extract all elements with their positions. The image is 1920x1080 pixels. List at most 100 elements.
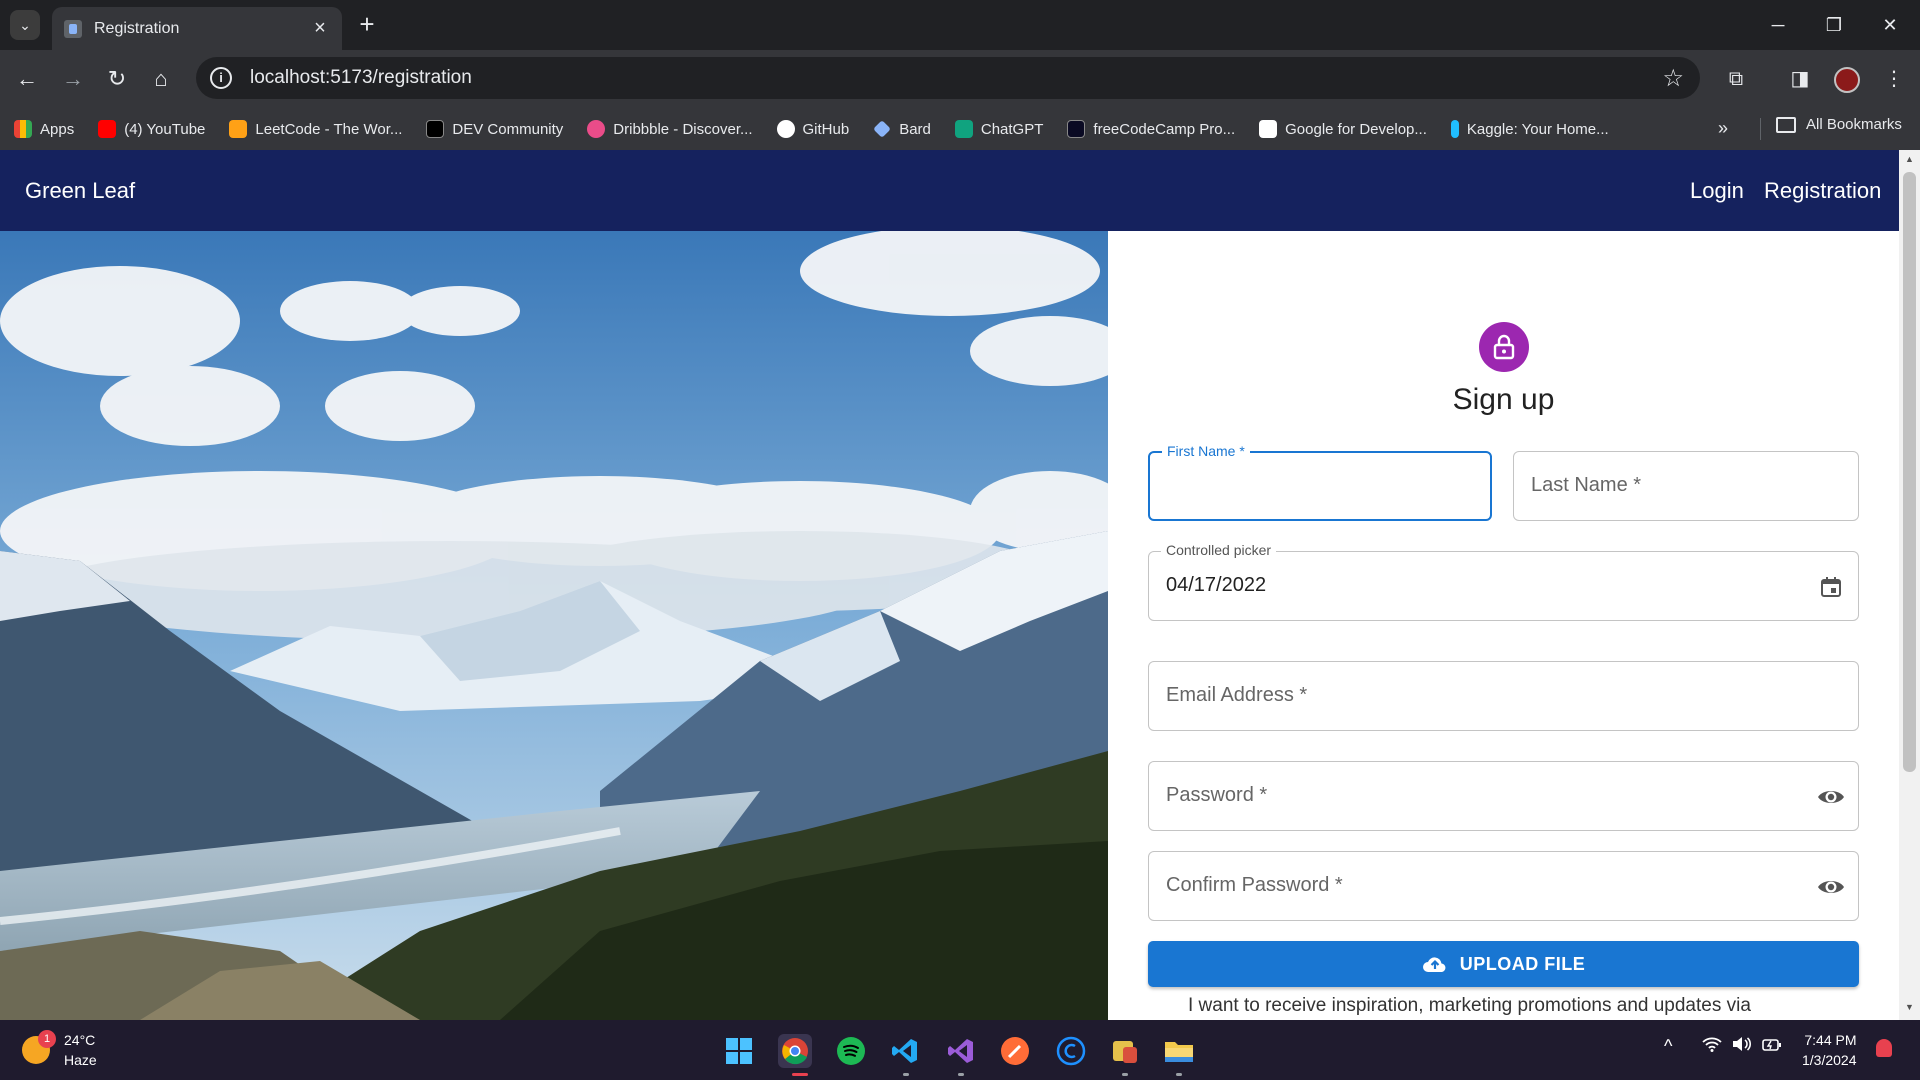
back-icon[interactable]: ← (10, 62, 44, 96)
menu-icon[interactable]: ⋮ (1878, 63, 1910, 95)
email-field[interactable]: Email Address * (1148, 661, 1859, 731)
bookmark-star-icon[interactable]: ☆ (1662, 64, 1684, 93)
bookmark-google-developers[interactable]: Google for Develop... (1259, 120, 1427, 138)
bookmark-kaggle[interactable]: Kaggle: Your Home... (1450, 120, 1609, 138)
mountain-landscape-illustration (0, 231, 1108, 1020)
lock-icon (1479, 322, 1529, 372)
side-panel-icon[interactable]: ◨ (1784, 63, 1816, 95)
bookmark-apps[interactable]: Apps (14, 120, 74, 138)
bookmark-chatgpt[interactable]: ChatGPT (954, 120, 1043, 138)
visual-studio-icon[interactable] (944, 1034, 978, 1068)
browser-toolbar: ← → ↻ ⌂ i localhost:5173/registration ☆ … (0, 50, 1920, 108)
confirm-password-field[interactable]: Confirm Password * (1148, 851, 1859, 921)
bookmark-dev[interactable]: DEV Community (426, 120, 563, 138)
freecodecamp-icon (1067, 120, 1086, 138)
url-text[interactable]: localhost:5173/registration (250, 67, 1662, 89)
home-icon[interactable]: ⌂ (144, 62, 178, 96)
calendar-icon[interactable] (1816, 572, 1846, 602)
password-field[interactable]: Password * (1148, 761, 1859, 831)
first-name-field[interactable]: First Name * (1148, 443, 1492, 521)
tab-search-button[interactable]: ⌄ (10, 10, 40, 40)
dribbble-icon (587, 120, 606, 138)
vscode-icon[interactable] (888, 1034, 922, 1068)
all-bookmarks-label: All Bookmarks (1806, 116, 1902, 133)
wifi-icon[interactable] (1702, 1036, 1722, 1057)
new-tab-button[interactable]: + (352, 10, 382, 40)
bookmark-youtube[interactable]: (4) YouTube (98, 120, 205, 138)
bookmark-label: DEV Community (452, 120, 564, 138)
bookmark-label: Dribbble - Discover... (613, 120, 753, 138)
nav-login-link[interactable]: Login (1690, 178, 1744, 204)
youtube-icon (98, 120, 117, 138)
ccleaner-icon[interactable] (1054, 1034, 1088, 1068)
date-picker-field[interactable]: Controlled picker 04/17/2022 (1148, 542, 1859, 621)
bookmark-freecodecamp[interactable]: freeCodeCamp Pro... (1067, 120, 1235, 138)
close-window-icon[interactable]: ✕ (1870, 10, 1910, 40)
minimize-icon[interactable]: ─ (1758, 10, 1798, 40)
bookmarks-bar: Apps (4) YouTube LeetCode - The Wor... D… (0, 108, 1920, 150)
weather-description: Haze (64, 1052, 97, 1068)
bookmark-github[interactable]: GitHub (776, 120, 850, 138)
tab-favicon-icon (64, 19, 82, 38)
last-name-field[interactable]: Last Name * (1513, 451, 1859, 521)
extensions-icon[interactable]: ⧉ (1720, 63, 1752, 95)
scroll-down-icon[interactable]: ▼ (1904, 1002, 1915, 1012)
bookmarks-divider (1760, 118, 1761, 140)
windows-start-icon[interactable] (722, 1034, 756, 1068)
reload-icon[interactable]: ↻ (100, 62, 134, 96)
page-viewport: Green Leaf Login Registration Sign up Fi… (0, 150, 1920, 1020)
clock-time: 7:44 PM (1804, 1032, 1857, 1048)
volume-icon[interactable] (1732, 1036, 1752, 1057)
forward-icon[interactable]: → (56, 62, 90, 96)
signup-form-panel: Sign up First Name * Last Name * Control… (1108, 231, 1899, 1020)
show-hidden-icons-icon[interactable]: ^ (1664, 1036, 1672, 1057)
bookmark-label: Bard (899, 120, 931, 138)
nav-registration-link[interactable]: Registration (1764, 178, 1881, 204)
notification-badge: 1 (38, 1030, 56, 1048)
bookmark-dribbble[interactable]: Dribbble - Discover... (587, 120, 753, 138)
all-bookmarks-button[interactable]: All Bookmarks (1776, 116, 1902, 133)
site-info-icon[interactable]: i (210, 67, 232, 89)
system-clock[interactable]: 7:44 PM 1/3/2024 (1802, 1030, 1857, 1070)
bookmark-label: GitHub (802, 120, 850, 138)
confirm-password-label: Confirm Password * (1166, 874, 1343, 896)
file-explorer-icon[interactable] (1162, 1034, 1196, 1068)
address-bar[interactable]: i localhost:5173/registration ☆ (196, 57, 1700, 99)
show-password-eye-icon[interactable] (1816, 782, 1846, 812)
profile-avatar[interactable] (1834, 67, 1860, 93)
first-name-label: First Name * (1162, 443, 1250, 459)
spotify-icon[interactable] (834, 1034, 868, 1068)
date-picker-label: Controlled picker (1161, 542, 1277, 558)
battery-icon[interactable] (1762, 1036, 1782, 1057)
browser-tab[interactable]: Registration × (52, 7, 342, 50)
snipping-tool-icon[interactable] (1108, 1034, 1142, 1068)
upload-file-label: UPLOAD FILE (1459, 953, 1586, 974)
page-scrollbar[interactable]: ▲ ▼ (1899, 150, 1920, 1020)
show-confirm-password-eye-icon[interactable] (1816, 872, 1846, 902)
more-bookmarks-icon[interactable]: » (1718, 118, 1728, 139)
snipping-tool-open-indicator (1122, 1073, 1128, 1076)
chrome-taskbar-icon[interactable] (778, 1034, 812, 1068)
tab-title: Registration (94, 19, 180, 37)
chrome-active-indicator (792, 1073, 808, 1076)
weather-sun-icon: 1 (22, 1030, 56, 1064)
bookmark-label: LeetCode - The Wor... (255, 120, 403, 138)
brand-logo-text[interactable]: Green Leaf (25, 178, 135, 204)
marketing-consent-text: I want to receive inspiration, marketing… (1188, 995, 1751, 1016)
tab-close-icon[interactable]: × (310, 17, 330, 40)
cloud-upload-icon (1422, 957, 1446, 972)
notification-bell-icon[interactable] (1876, 1039, 1892, 1057)
leetcode-icon (229, 120, 248, 138)
date-picker-value: 04/17/2022 (1166, 574, 1267, 596)
scroll-up-icon[interactable]: ▲ (1904, 154, 1915, 164)
weather-widget[interactable]: 1 24°C Haze (22, 1030, 97, 1070)
postman-icon[interactable] (998, 1034, 1032, 1068)
email-label: Email Address * (1166, 684, 1308, 706)
vscode-open-indicator (903, 1073, 909, 1076)
weather-temperature: 24°C (64, 1032, 96, 1048)
upload-file-button[interactable]: UPLOAD FILE (1148, 941, 1859, 987)
bookmark-bard[interactable]: Bard (873, 120, 931, 138)
bookmark-leetcode[interactable]: LeetCode - The Wor... (229, 120, 402, 138)
restore-icon[interactable]: ❐ (1814, 10, 1854, 40)
scrollbar-thumb[interactable] (1903, 172, 1916, 772)
